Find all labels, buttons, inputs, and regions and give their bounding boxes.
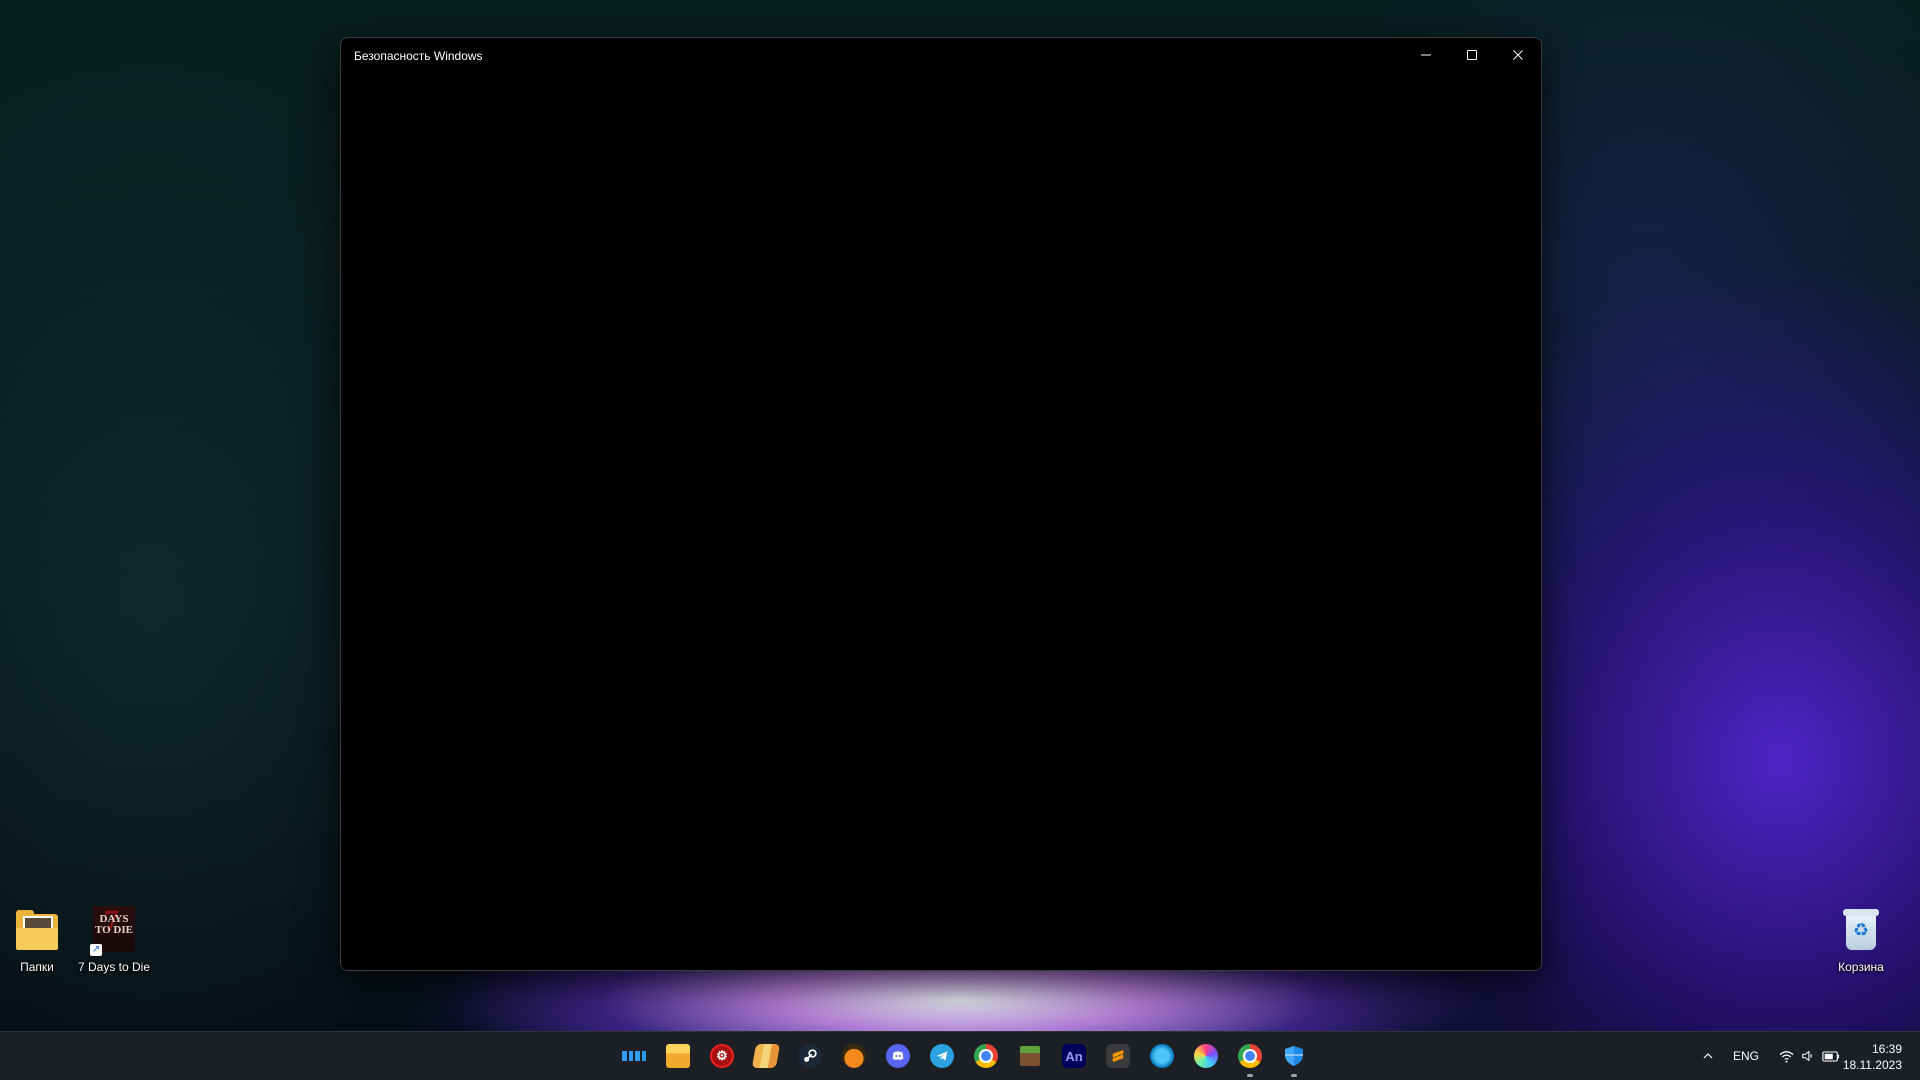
taskbar-animate[interactable]: An: [1052, 1032, 1096, 1080]
sublime-icon: [1106, 1044, 1130, 1068]
minimize-icon: [1421, 54, 1431, 56]
taskbar-red-app[interactable]: ⚙: [700, 1032, 744, 1080]
battery-icon: [1822, 1050, 1840, 1062]
maximize-icon: [1467, 50, 1477, 60]
close-button[interactable]: [1495, 38, 1541, 72]
books-icon: [751, 1044, 781, 1068]
clock[interactable]: 16:39 18.11.2023: [1843, 1041, 1902, 1073]
recycle-bin-icon: ♻: [1837, 906, 1885, 954]
taskbar-minecraft[interactable]: [1008, 1032, 1052, 1080]
minimize-button[interactable]: [1403, 38, 1449, 72]
taskbar-discord[interactable]: [876, 1032, 920, 1080]
chrome-icon: [974, 1044, 998, 1068]
chrome-icon: [1238, 1044, 1262, 1068]
color-wheel-icon: [1194, 1044, 1218, 1068]
game-art-text: DAYS TO DIE: [94, 913, 133, 936]
running-indicator: [1291, 1074, 1297, 1077]
window-content-area: [341, 72, 1541, 970]
desktop-icon-label: 7 Days to Die: [77, 960, 151, 974]
window-title: Безопасность Windows: [354, 49, 483, 63]
clock-time: 16:39: [1871, 1042, 1902, 1056]
desktop-icon-7-days-to-die[interactable]: 7 DAYS TO DIE ↗ 7 Days to Die: [69, 904, 159, 974]
volume-button[interactable]: [1798, 1032, 1818, 1080]
wifi-icon: [1779, 1050, 1793, 1063]
shortcut-arrow-icon: ↗: [90, 944, 102, 956]
windows-start-icon: [622, 1044, 646, 1068]
folder-icon: [13, 906, 61, 954]
animate-icon: An: [1062, 1044, 1086, 1068]
close-icon: [1513, 50, 1523, 60]
taskbar-file-explorer[interactable]: [656, 1032, 700, 1080]
taskbar-fl-studio[interactable]: [832, 1032, 876, 1080]
show-hidden-icons-button[interactable]: [1696, 1032, 1720, 1080]
taskbar-chrome-2[interactable]: [1228, 1032, 1272, 1080]
discord-icon: [886, 1044, 910, 1068]
battery-button[interactable]: [1820, 1032, 1842, 1080]
telegram-icon: [930, 1044, 954, 1068]
desktop-icon-label: Корзина: [1838, 960, 1884, 974]
steam-icon: [798, 1044, 822, 1068]
red-gear-icon: ⚙: [710, 1044, 734, 1068]
taskbar-chrome[interactable]: [964, 1032, 1008, 1080]
chevron-up-icon: [1703, 1053, 1713, 1059]
taskbar-start[interactable]: [612, 1032, 656, 1080]
taskbar-network-app[interactable]: [1140, 1032, 1184, 1080]
taskbar-color-app[interactable]: [1184, 1032, 1228, 1080]
maximize-button[interactable]: [1449, 38, 1495, 72]
taskbar-windows-security[interactable]: [1272, 1032, 1316, 1080]
game-shortcut-icon: 7 DAYS TO DIE ↗: [90, 904, 135, 956]
taskbar-books[interactable]: [744, 1032, 788, 1080]
folder-icon: [666, 1044, 690, 1068]
desktop-icon-recycle-bin[interactable]: ♻ Корзина: [1816, 906, 1906, 974]
taskbar-telegram[interactable]: [920, 1032, 964, 1080]
grass-block-icon: [1020, 1046, 1040, 1066]
fruit-icon: [842, 1044, 866, 1068]
shield-icon: [1282, 1044, 1306, 1068]
wifi-button[interactable]: [1776, 1032, 1796, 1080]
language-indicator[interactable]: ENG: [1728, 1032, 1764, 1080]
taskbar-steam[interactable]: [788, 1032, 832, 1080]
windows-security-window[interactable]: Безопасность Windows: [340, 37, 1542, 971]
clock-date: 18.11.2023: [1842, 1058, 1902, 1072]
volume-icon: [1802, 1050, 1812, 1062]
taskbar-apps: ⚙ An: [612, 1032, 1316, 1080]
globe-icon: [1150, 1044, 1174, 1068]
running-indicator: [1247, 1074, 1253, 1077]
taskbar-sublime-text[interactable]: [1096, 1032, 1140, 1080]
taskbar: ⚙ An ENG 16:39 18.11.2023: [0, 1031, 1920, 1080]
title-bar[interactable]: Безопасность Windows: [341, 38, 1541, 72]
